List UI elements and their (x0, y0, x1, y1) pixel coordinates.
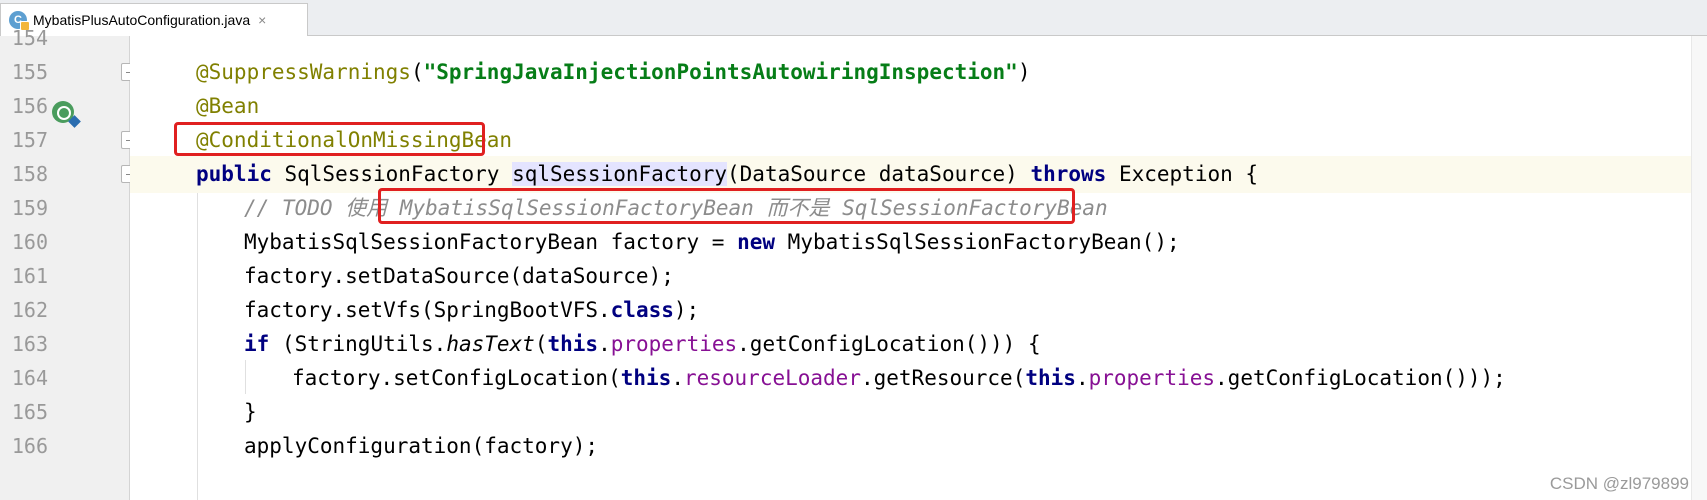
line-number: 160 (11, 230, 48, 254)
string-literal: "SpringJavaInjectionPointsAutowiringInsp… (423, 60, 1018, 84)
method-name-highlight: sqlSessionFactory (512, 162, 728, 186)
field: properties (610, 332, 738, 356)
line-number: 165 (11, 400, 48, 424)
line-number-gutter[interactable]: 154 155 156 157 158 159 160 161 162 163 … (0, 26, 130, 500)
code-token: .getConfigLocation())); (1215, 366, 1506, 390)
close-icon[interactable]: × (258, 12, 266, 28)
line-number: 163 (11, 332, 48, 356)
line-number: 161 (11, 264, 48, 288)
code-token: MybatisSqlSessionFactoryBean factory = (244, 230, 738, 254)
keyword: public (196, 162, 272, 186)
line-number: 156 (11, 94, 48, 118)
code-token: . (671, 366, 684, 390)
keyword: this (547, 332, 599, 356)
code-token: . (598, 332, 611, 356)
static-method: hasText (446, 332, 535, 356)
spring-bean-gutter-icon[interactable] (52, 101, 74, 123)
code-token: Exception { (1106, 162, 1259, 186)
code-line-155[interactable]: @SuppressWarnings("SpringJavaInjectionPo… (130, 54, 1707, 91)
code-token: factory.setConfigLocation( (292, 366, 621, 390)
file-tab-title[interactable]: MybatisPlusAutoConfiguration.java (33, 12, 250, 28)
code-token: (StringUtils. (269, 332, 447, 356)
code-token: ( (534, 332, 548, 356)
code-token: applyConfiguration(factory); (244, 434, 599, 458)
watermark: CSDN @zl979899 (1549, 474, 1689, 493)
code-token: ( (410, 60, 424, 84)
line-number: 159 (11, 196, 48, 220)
code-token: factory.setVfs(SpringBootVFS. (244, 298, 611, 322)
code-line-163[interactable]: if (StringUtils.hasText(this.properties.… (130, 326, 1707, 363)
line-number: 166 (11, 434, 48, 458)
line-number: 162 (11, 298, 48, 322)
keyword: this (1025, 366, 1076, 390)
keyword: class (610, 298, 674, 322)
keyword: throws (1030, 162, 1107, 186)
keyword: this (620, 366, 672, 390)
code-token: .getConfigLocation())) { (737, 332, 1041, 356)
code-token: ); (673, 298, 700, 322)
code-token: . (1075, 366, 1089, 390)
keyword: if (244, 332, 270, 356)
line-number: 157 (11, 128, 48, 152)
highlight-box-annotation (174, 122, 485, 156)
code-token: } (244, 400, 257, 424)
comment: // TODO 使用 (244, 196, 400, 220)
editor-tab-bar: C MybatisPlusAutoConfiguration.java × (0, 0, 1707, 36)
code-line-156[interactable]: @Bean (130, 88, 1707, 125)
code-line-165[interactable]: } (130, 394, 1707, 431)
code-editor[interactable]: @SuppressWarnings("SpringJavaInjectionPo… (130, 36, 1707, 500)
field: resourceLoader (683, 366, 861, 390)
annotation: @SuppressWarnings (196, 60, 411, 84)
code-token: (DataSource dataSource) (727, 162, 1031, 186)
field: properties (1088, 366, 1216, 390)
code-line-160[interactable]: MybatisSqlSessionFactoryBean factory = n… (130, 224, 1707, 261)
code-line-166[interactable]: applyConfiguration(factory); (130, 428, 1707, 465)
line-number: 155 (11, 60, 48, 84)
line-number: 158 (11, 162, 48, 186)
code-line-162[interactable]: factory.setVfs(SpringBootVFS.class); (130, 292, 1707, 329)
code-line-164[interactable]: factory.setConfigLocation(this.resourceL… (130, 360, 1707, 397)
annotation: @Bean (196, 94, 260, 118)
highlight-box-comment (378, 188, 1075, 224)
code-token: ) (1017, 60, 1031, 84)
code-line-161[interactable]: factory.setDataSource(dataSource); (130, 258, 1707, 295)
keyword: new (737, 230, 776, 254)
editor-scrollbar[interactable] (1691, 36, 1707, 500)
code-token: MybatisSqlSessionFactoryBean(); (775, 230, 1180, 254)
line-number: 154 (11, 26, 48, 50)
code-token: factory.setDataSource(dataSource); (244, 264, 674, 288)
line-number: 164 (11, 366, 48, 390)
code-token: .getResource( (860, 366, 1026, 390)
code-token: SqlSessionFactory (271, 162, 513, 186)
